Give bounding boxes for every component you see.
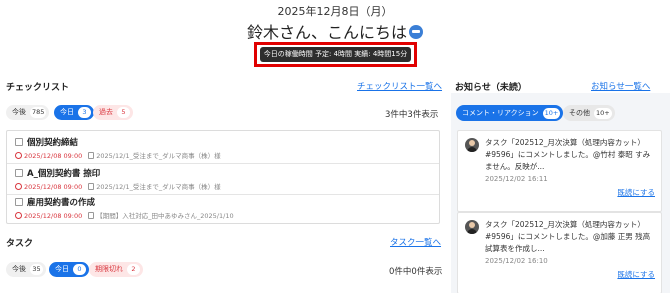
notice-text: タスク「202512_月次決算（処理内容カット）#9596」にコメントしました。… xyxy=(485,138,651,171)
greeting: 鈴木さん、こんにちは xyxy=(0,19,670,43)
checklist-list: 個別契約締結 2025/12/08 09:00 2025/12/1_受注まで_ダル… xyxy=(6,130,440,224)
filter-label: 今後 xyxy=(12,108,26,116)
mark-read-link[interactable]: 既読にする xyxy=(617,187,655,198)
notices-all-link[interactable]: お知らせ一覧へ xyxy=(591,80,650,92)
notices-title: お知らせ（未読） xyxy=(455,83,527,93)
source-name: 2025/12/1_受注まで_ダルマ商事（株）様 xyxy=(96,152,221,160)
notice-text: タスク「202512_月次決算（処理内容カット）#9596」にコメントしました。… xyxy=(485,220,651,253)
filter-count: 3 xyxy=(78,107,91,118)
filter-label: 今後 xyxy=(12,265,26,273)
checklist-filter-past[interactable]: 過去 5 xyxy=(93,105,133,120)
checklist-showing-count: 3件中3件表示 xyxy=(385,110,439,120)
smile-icon xyxy=(409,24,423,39)
today-date: 2025年12月8日（月） xyxy=(277,5,393,18)
checklist-filter-today[interactable]: 今日 3 xyxy=(54,105,94,120)
source-name: 2025/12/1_受注まで_ダルマ商事（株）様 xyxy=(96,183,221,191)
notice-item[interactable]: タスク「202512_月次決算（処理内容カット）#9596」にコメントしました。… xyxy=(457,212,662,293)
checkbox[interactable] xyxy=(15,169,23,177)
document-icon xyxy=(88,182,95,190)
task-filter-overdue[interactable]: 期限切れ 2 xyxy=(89,262,143,277)
checklist-item[interactable]: A_個別契約書 捺印 2025/12/08 09:00 2025/12/1_受注ま… xyxy=(7,164,439,195)
task-filter-today[interactable]: 今日 0 xyxy=(49,262,89,277)
avatar xyxy=(465,138,479,152)
checklist-item-meta: 2025/12/08 09:00 2025/12/1_受注まで_ダルマ商事（株）様 xyxy=(15,181,221,191)
filter-label: 今日 xyxy=(60,108,74,116)
checklist-item[interactable]: 個別契約締結 2025/12/08 09:00 2025/12/1_受注まで_ダル… xyxy=(7,133,439,164)
task-filter-upcoming[interactable]: 今後 35 xyxy=(6,262,46,277)
filter-count: 785 xyxy=(30,107,47,118)
checkbox[interactable] xyxy=(15,138,23,146)
task-all-link[interactable]: タスク一覧へ xyxy=(390,236,441,248)
alarm-icon xyxy=(15,211,22,219)
notice-item[interactable]: タスク「202512_月次決算（処理内容カット）#9596」にコメントしました。… xyxy=(457,130,662,212)
greeting-text: 鈴木さん、こんにちは xyxy=(246,23,407,42)
notice-filter-other[interactable]: その他 10+ xyxy=(563,105,615,121)
filter-count: 0 xyxy=(73,264,86,275)
document-icon xyxy=(88,151,95,159)
alarm-icon xyxy=(15,182,22,190)
worktime-badge: 今日の稼働時間 予定: 4時間 実績: 4時間15分 xyxy=(260,47,411,62)
filter-label: コメント・リアクション xyxy=(462,109,539,117)
due-datetime: 2025/12/08 09:00 xyxy=(24,212,83,220)
due-datetime: 2025/12/08 09:00 xyxy=(24,152,83,160)
avatar xyxy=(465,220,479,234)
checklist-title: チェックリスト xyxy=(6,83,70,93)
filter-count: 5 xyxy=(117,107,130,118)
checklist-item-meta: 2025/12/08 09:00 【期間】入社対応_田中あゆみさん_2025/1/… xyxy=(15,210,234,220)
filter-count: 2 xyxy=(127,264,140,275)
filter-label: 今日 xyxy=(55,265,69,273)
notice-date: 2025/12/02 16:10 xyxy=(485,257,548,265)
checklist-item-title[interactable]: A_個別契約書 捺印 xyxy=(27,167,100,179)
mark-read-link[interactable]: 既読にする xyxy=(617,269,655,280)
notice-date: 2025/12/02 16:11 xyxy=(485,175,548,183)
filter-count: 10+ xyxy=(542,108,561,119)
checklist-item[interactable]: 雇用契約書の作成 2025/12/08 09:00 【期間】入社対応_田中あゆみさ… xyxy=(7,193,439,224)
alarm-icon xyxy=(15,151,22,159)
checkbox[interactable] xyxy=(15,198,23,206)
filter-count: 35 xyxy=(30,264,43,275)
task-showing-count: 0件中0件表示 xyxy=(389,267,443,277)
checklist-all-link[interactable]: チェックリスト一覧へ xyxy=(357,80,442,92)
filter-label: その他 xyxy=(569,109,590,117)
checklist-item-meta: 2025/12/08 09:00 2025/12/1_受注まで_ダルマ商事（株）様 xyxy=(15,150,221,160)
filter-label: 期限切れ xyxy=(95,265,123,273)
checklist-filter-upcoming[interactable]: 今後 785 xyxy=(6,105,50,120)
checklist-item-title[interactable]: 雇用契約書の作成 xyxy=(27,196,95,208)
task-title: タスク xyxy=(6,239,34,249)
filter-count: 10+ xyxy=(594,108,612,119)
notice-filter-comments[interactable]: コメント・リアクション 10+ xyxy=(456,105,564,121)
document-icon xyxy=(88,211,95,219)
due-datetime: 2025/12/08 09:00 xyxy=(24,183,83,191)
filter-label: 過去 xyxy=(99,108,113,116)
source-name: 【期間】入社対応_田中あゆみさん_2025/1/10 xyxy=(96,212,234,220)
checklist-item-title[interactable]: 個別契約締結 xyxy=(27,136,78,148)
